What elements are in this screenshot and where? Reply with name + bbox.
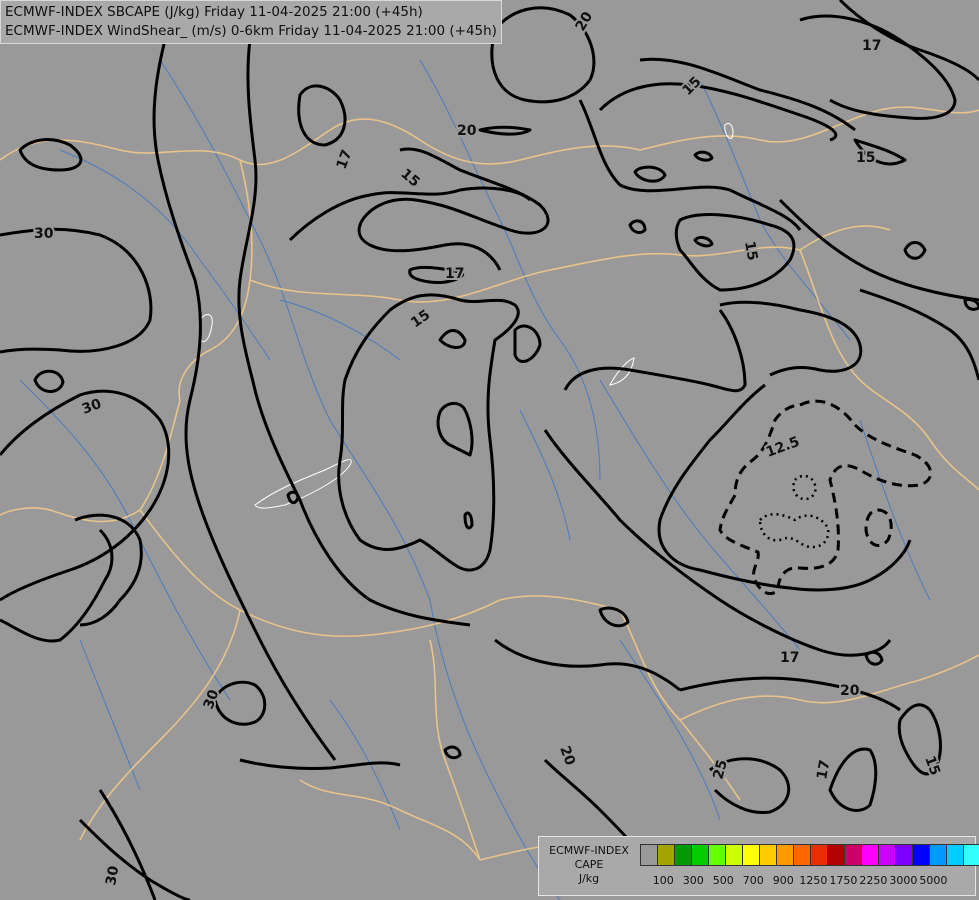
legend-tick-labels: 100 300 500 700 900 1250 1750 2250 3000 5000 xyxy=(639,874,969,888)
legend-tick: 3000 xyxy=(889,874,918,887)
contour-label: 17 xyxy=(445,266,464,282)
legend-tick: 300 xyxy=(682,874,704,887)
legend-swatch xyxy=(912,844,930,866)
legend-swatch xyxy=(810,844,828,866)
legend-title-unit: J/kg xyxy=(578,872,600,885)
legend-swatch xyxy=(657,844,675,866)
contour-label: 17 xyxy=(814,759,833,781)
legend-swatch xyxy=(878,844,896,866)
legend-swatch xyxy=(759,844,777,866)
legend-swatch xyxy=(776,844,794,866)
legend-color-scale xyxy=(640,844,979,866)
contour-label: 30 xyxy=(103,864,122,886)
cape-legend: ECMWF-INDEX CAPE J/kg 100 300 500 700 900 125… xyxy=(538,836,979,896)
legend-swatch xyxy=(674,844,692,866)
legend-tick: 700 xyxy=(742,874,764,887)
contour-label: 20 xyxy=(457,123,477,139)
legend-swatch xyxy=(895,844,913,866)
legend-tick: 1750 xyxy=(829,874,858,887)
legend-swatch xyxy=(963,844,979,866)
legend-tick: 1250 xyxy=(799,874,828,887)
legend-tick: 500 xyxy=(712,874,734,887)
legend-swatch xyxy=(691,844,709,866)
header-line-windshear: ECMWF-INDEX WindShear_ (m/s) 0-6km Frida… xyxy=(5,23,497,39)
legend-swatch xyxy=(929,844,947,866)
legend-title-model: ECMWF-INDEX xyxy=(549,844,629,857)
legend-swatch xyxy=(946,844,964,866)
contour-label: 30 xyxy=(34,226,54,242)
legend-swatch xyxy=(861,844,879,866)
header-line-cape: ECMWF-INDEX SBCAPE (J/kg) Friday 11-04-2… xyxy=(5,4,423,20)
contour-label: 17 xyxy=(862,38,881,54)
contour-label: 20 xyxy=(840,683,860,699)
contour-label: 15 xyxy=(856,150,875,166)
legend-swatch xyxy=(640,844,658,866)
legend-tick: 2250 xyxy=(859,874,888,887)
contour-label: 17 xyxy=(780,650,799,666)
map-header: ECMWF-INDEX SBCAPE (J/kg) Friday 11-04-2… xyxy=(0,0,502,44)
legend-title-param: CAPE xyxy=(574,858,604,871)
legend-swatch xyxy=(708,844,726,866)
legend-tick: 5000 xyxy=(919,874,948,887)
legend-title: ECMWF-INDEX CAPE J/kg xyxy=(541,844,637,886)
legend-tick: 900 xyxy=(772,874,794,887)
legend-swatch xyxy=(742,844,760,866)
contour-label: 15 xyxy=(741,240,760,262)
legend-swatch xyxy=(844,844,862,866)
legend-tick: 100 xyxy=(652,874,674,887)
weather-map: 20 17 15 20 17 15 15 30 17 15 15 30 12.5… xyxy=(0,0,979,900)
legend-swatch xyxy=(827,844,845,866)
legend-swatch xyxy=(725,844,743,866)
legend-swatch xyxy=(793,844,811,866)
